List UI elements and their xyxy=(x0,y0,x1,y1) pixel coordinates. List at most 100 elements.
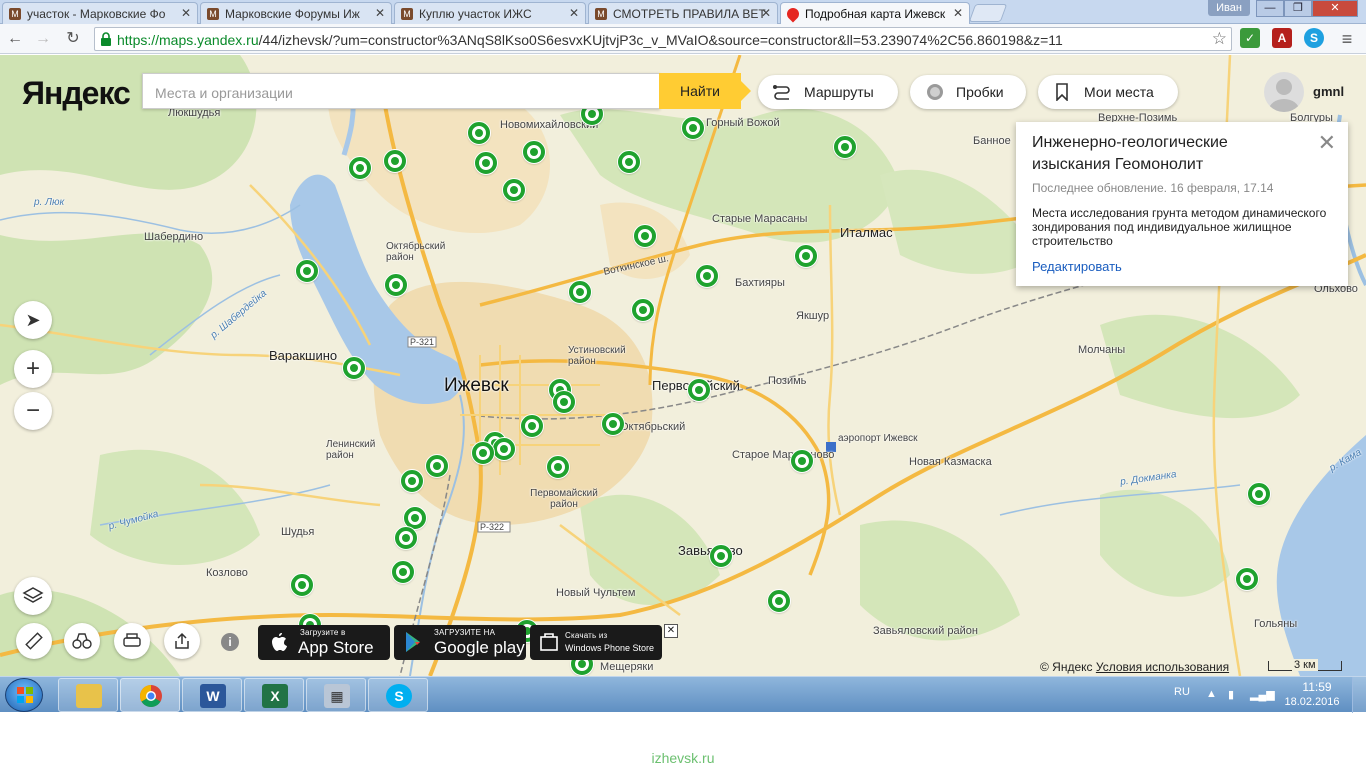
taskbar-calculator[interactable]: ▦ xyxy=(306,678,366,712)
print-button[interactable] xyxy=(114,623,150,659)
map-marker[interactable] xyxy=(618,151,640,173)
search-input[interactable]: Места и организации xyxy=(142,73,660,109)
tab-close-icon[interactable]: ✕ xyxy=(761,6,771,20)
taskbar-chrome[interactable] xyxy=(120,678,180,712)
routes-button[interactable]: Маршруты xyxy=(758,75,898,109)
address-bar[interactable]: https://maps.yandex.ru/44/izhevsk/?um=co… xyxy=(94,27,1232,51)
shield-extension-icon[interactable]: ✓ xyxy=(1240,28,1260,48)
map-canvas[interactable]: Ижевск Италмас Варакшино Первомайский За… xyxy=(0,55,1366,676)
info-icon[interactable]: i xyxy=(221,633,239,651)
tab-4[interactable]: M СМОТРЕТЬ ПРАВИЛА ВЕТ ✕ xyxy=(588,2,778,24)
map-marker[interactable] xyxy=(553,391,575,413)
tab-5-active[interactable]: Подробная карта Ижевск ✕ xyxy=(780,2,970,24)
new-tab-button[interactable] xyxy=(968,4,1008,22)
zoom-in-button[interactable]: + xyxy=(14,350,52,388)
zoom-out-button[interactable]: − xyxy=(14,392,52,430)
map-marker[interactable] xyxy=(426,455,448,477)
ruler-button[interactable] xyxy=(16,623,52,659)
panorama-button[interactable] xyxy=(64,623,100,659)
reload-icon[interactable]: ↻ xyxy=(62,28,84,50)
edit-link[interactable]: Редактировать xyxy=(1032,259,1122,274)
google-play-badge[interactable]: ЗАГРУЗИТЕ НА Google play xyxy=(394,625,526,660)
start-button[interactable] xyxy=(5,678,43,712)
clock-time[interactable]: 11:59 xyxy=(1292,680,1342,694)
language-indicator[interactable]: RU xyxy=(1174,686,1190,698)
map-marker[interactable] xyxy=(343,357,365,379)
my-places-button[interactable]: Мои места xyxy=(1038,75,1178,109)
map-marker[interactable] xyxy=(468,122,490,144)
map-marker[interactable] xyxy=(710,545,732,567)
map-marker[interactable] xyxy=(634,225,656,247)
map-marker[interactable] xyxy=(291,574,313,596)
tab-2[interactable]: M Марковские Форумы Иж ✕ xyxy=(200,2,392,24)
menu-icon[interactable]: ≡ xyxy=(1336,28,1358,50)
windows-store-badge[interactable]: Скачать из Windows Phone Store xyxy=(530,625,662,660)
profile-chip[interactable]: Иван xyxy=(1208,0,1250,16)
map-marker[interactable] xyxy=(493,438,515,460)
map-marker[interactable] xyxy=(395,527,417,549)
taskbar-skype[interactable]: S xyxy=(368,678,428,712)
show-desktop-button[interactable] xyxy=(1352,677,1366,713)
battery-icon[interactable]: ▮ xyxy=(1228,688,1234,701)
tab-close-icon[interactable]: ✕ xyxy=(181,6,191,20)
minimize-button[interactable]: — xyxy=(1256,0,1284,17)
map-marker[interactable] xyxy=(385,274,407,296)
map-marker[interactable] xyxy=(602,413,624,435)
layers-button[interactable] xyxy=(14,577,52,615)
signal-icon[interactable]: ▂▄▆ xyxy=(1250,688,1275,701)
appstore-badge[interactable]: Загрузите в App Store xyxy=(258,625,390,660)
terms-link[interactable]: Условия использования xyxy=(1096,660,1229,674)
map-marker[interactable] xyxy=(523,141,545,163)
map-marker[interactable] xyxy=(795,245,817,267)
browser-screen: M участок - Марковские Фо ✕ M Марковские… xyxy=(0,0,1366,768)
tab-3[interactable]: M Куплю участок ИЖС ✕ xyxy=(394,2,586,24)
close-window-button[interactable]: ✕ xyxy=(1312,0,1358,17)
map-marker[interactable] xyxy=(392,561,414,583)
map-marker[interactable] xyxy=(404,507,426,529)
star-bookmark-icon[interactable]: ☆ xyxy=(1212,29,1227,49)
taskbar-explorer[interactable] xyxy=(58,678,118,712)
map-marker[interactable] xyxy=(1236,568,1258,590)
map-pin-favicon-icon xyxy=(784,5,802,23)
map-marker[interactable] xyxy=(472,442,494,464)
taskbar-excel[interactable]: X xyxy=(244,678,304,712)
yandex-logo[interactable]: Яндекс xyxy=(22,75,131,112)
card-close-icon[interactable]: ✕ xyxy=(1318,130,1336,156)
tab-close-icon[interactable]: ✕ xyxy=(375,6,385,20)
map-marker[interactable] xyxy=(834,136,856,158)
map-marker[interactable] xyxy=(547,456,569,478)
tab-close-icon[interactable]: ✕ xyxy=(953,6,963,20)
map-marker[interactable] xyxy=(688,379,710,401)
map-marker[interactable] xyxy=(296,260,318,282)
map-marker[interactable] xyxy=(682,117,704,139)
map-marker[interactable] xyxy=(401,470,423,492)
avatar[interactable] xyxy=(1264,72,1304,112)
tab-1[interactable]: M участок - Марковские Фо ✕ xyxy=(2,2,198,24)
maximize-button[interactable]: ❐ xyxy=(1284,0,1312,17)
traffic-button[interactable]: Пробки xyxy=(910,75,1026,109)
map-marker[interactable] xyxy=(632,299,654,321)
map-marker[interactable] xyxy=(569,281,591,303)
map-marker[interactable] xyxy=(791,450,813,472)
find-button[interactable]: Найти xyxy=(659,73,751,109)
map-marker[interactable] xyxy=(503,179,525,201)
clock-date[interactable]: 18.02.2016 xyxy=(1282,696,1342,708)
pdf-extension-icon[interactable]: A xyxy=(1272,28,1292,48)
tab-close-icon[interactable]: ✕ xyxy=(569,6,579,20)
tray-arrow-icon[interactable]: ▲ xyxy=(1206,688,1217,700)
username[interactable]: gmnl xyxy=(1313,84,1344,99)
skype-extension-icon[interactable]: S xyxy=(1304,28,1324,48)
map-marker[interactable] xyxy=(475,152,497,174)
taskbar-word[interactable]: W xyxy=(182,678,242,712)
map-marker[interactable] xyxy=(384,150,406,172)
map-marker[interactable] xyxy=(349,157,371,179)
close-badges-icon[interactable]: ✕ xyxy=(664,624,678,638)
share-button[interactable] xyxy=(164,623,200,659)
back-arrow-icon[interactable]: ← xyxy=(4,28,26,50)
locate-button[interactable]: ➤ xyxy=(14,301,52,339)
map-marker[interactable] xyxy=(768,590,790,612)
map-marker[interactable] xyxy=(1248,483,1270,505)
map-marker[interactable] xyxy=(521,415,543,437)
map-marker[interactable] xyxy=(696,265,718,287)
forward-arrow-icon[interactable]: → xyxy=(32,28,54,50)
